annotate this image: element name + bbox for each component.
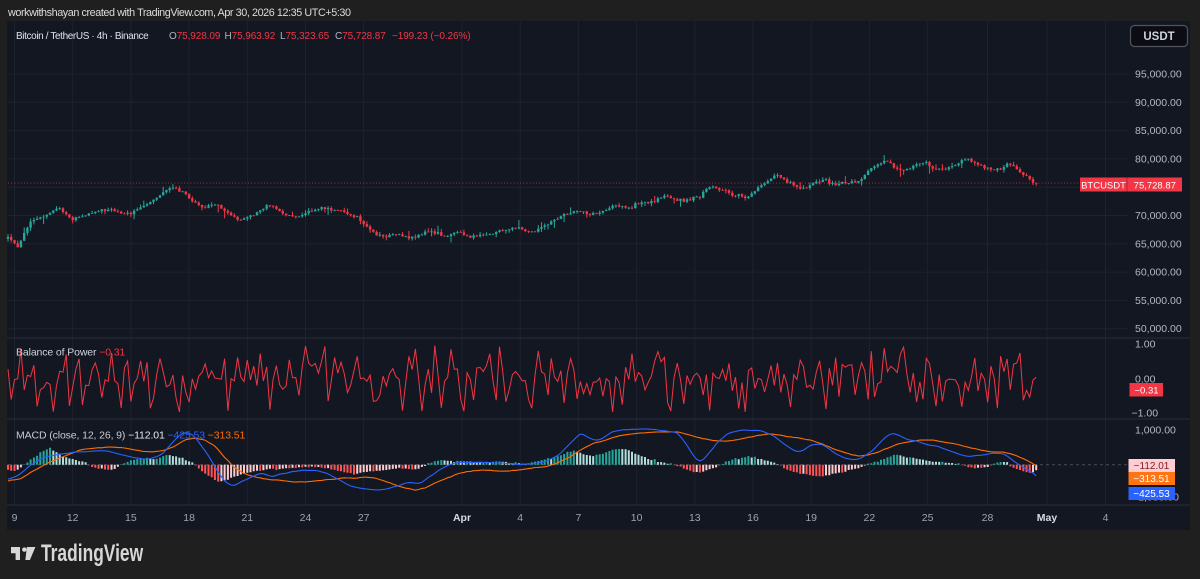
svg-text:85,000.00: 85,000.00 [1135,125,1182,137]
svg-text:−425.53: −425.53 [1133,489,1170,500]
svg-text:25: 25 [922,512,934,524]
svg-text:15: 15 [125,512,137,524]
svg-text:70,000.00: 70,000.00 [1135,210,1182,222]
svg-text:1,000.00: 1,000.00 [1135,425,1176,437]
svg-text:90,000.00: 90,000.00 [1135,97,1182,109]
svg-text:65,000.00: 65,000.00 [1135,238,1182,250]
svg-text:TradingView: TradingView [41,540,144,566]
svg-text:−313.51: −313.51 [1133,474,1170,485]
svg-text:USDT: USDT [1143,31,1174,43]
svg-text:18: 18 [183,512,195,524]
svg-text:1.00: 1.00 [1135,339,1156,351]
svg-text:55,000.00: 55,000.00 [1135,295,1182,307]
svg-text:60,000.00: 60,000.00 [1135,267,1182,279]
svg-text:O75,928.09H75,963.92L75,323.65: O75,928.09 H75,963.92 L75,323.65 C75,728.87… [169,31,470,42]
svg-text:80,000.00: 80,000.00 [1135,153,1182,165]
svg-text:−1.00: −1.00 [1132,408,1159,420]
svg-text:13: 13 [689,512,701,524]
svg-text:workwithshayan created with Tr: workwithshayan created with TradingView.… [7,7,351,19]
svg-text:MACD (close, 12, 26, 9) −112.0: MACD (close, 12, 26, 9) −112.01 −425.53 … [16,430,245,442]
svg-text:−112.01: −112.01 [1134,461,1170,472]
svg-text:10: 10 [631,512,643,524]
svg-text:28: 28 [982,512,994,524]
svg-text:95,000.00: 95,000.00 [1135,69,1182,81]
svg-text:Bitcoin / TetherUS · 4h · Bina: Bitcoin / TetherUS · 4h · Binance [16,31,149,42]
svg-text:−0.31: −0.31 [1134,385,1158,396]
svg-text:19: 19 [805,512,817,524]
svg-text:50,000.00: 50,000.00 [1135,323,1182,335]
svg-text:May: May [1037,512,1058,524]
svg-text:22: 22 [864,512,876,524]
svg-text:Apr: Apr [453,512,471,524]
svg-text:9: 9 [12,512,18,524]
svg-text:75,728.87: 75,728.87 [1134,180,1176,191]
svg-text:4: 4 [1103,512,1109,524]
svg-text:16: 16 [747,512,759,524]
svg-text:7: 7 [575,512,581,524]
svg-text:BTCUSDT: BTCUSDT [1081,180,1126,191]
svg-text:21: 21 [241,512,253,524]
svg-text:24: 24 [300,512,312,524]
svg-text:27: 27 [358,512,370,524]
svg-text:Balance of Power −0.31: Balance of Power −0.31 [16,347,125,359]
svg-text:4: 4 [517,512,523,524]
svg-text:12: 12 [67,512,79,524]
